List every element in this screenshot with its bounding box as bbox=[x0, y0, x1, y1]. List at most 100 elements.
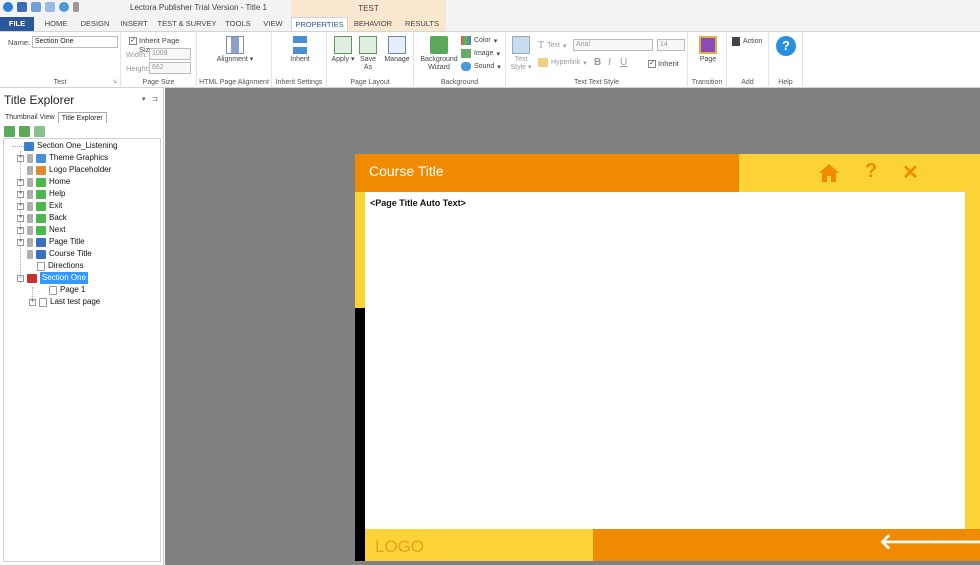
tab-test-survey[interactable]: TEST & SURVEY bbox=[154, 17, 220, 31]
tree-item-back[interactable]: + Back bbox=[17, 212, 67, 224]
save-icon[interactable] bbox=[17, 2, 27, 12]
button-icon bbox=[36, 213, 46, 223]
expand-icon[interactable]: + bbox=[29, 298, 36, 306]
action-icon bbox=[732, 37, 740, 46]
course-title[interactable]: Course Title bbox=[369, 163, 444, 179]
hyperlink-dropdown[interactable]: Hyperlink ▾ bbox=[538, 58, 587, 67]
pin-icon[interactable]: ⊐ bbox=[152, 95, 158, 103]
group-html-page-alignment: Alignment ▾ HTML Page Alignment bbox=[197, 32, 272, 88]
color-button[interactable]: Color ▾ bbox=[461, 36, 497, 45]
alignment-button[interactable]: Alignment ▾ bbox=[215, 36, 255, 64]
undo-icon[interactable] bbox=[31, 2, 41, 12]
tab-results[interactable]: RESULTS bbox=[398, 17, 446, 31]
expand-icon[interactable]: + bbox=[17, 238, 24, 246]
tree-item-next[interactable]: + Next bbox=[17, 224, 65, 236]
tree-item-exit[interactable]: + Exit bbox=[17, 200, 62, 212]
tab-title-explorer[interactable]: Title Explorer bbox=[57, 112, 107, 123]
collapse-icon[interactable]: − bbox=[17, 274, 24, 282]
page-icon bbox=[37, 261, 45, 271]
tree-item-help[interactable]: + Help bbox=[17, 188, 65, 200]
expand-icon[interactable]: + bbox=[17, 214, 24, 222]
tab-file[interactable]: FILE bbox=[0, 17, 34, 31]
inherit-page-size-checkbox[interactable]: ✓ bbox=[129, 37, 137, 45]
expand-icon[interactable]: + bbox=[17, 154, 24, 162]
tree-item-theme-graphics[interactable]: + Theme Graphics bbox=[17, 152, 108, 164]
customize-icon[interactable] bbox=[73, 2, 79, 12]
group-label-text-style: Text Text Style bbox=[573, 79, 619, 86]
group-page-layout: Apply ▾ Save As Manage Page Layout bbox=[327, 32, 414, 88]
text-icon: T bbox=[538, 40, 545, 51]
add-page-icon[interactable] bbox=[34, 126, 45, 137]
redo-icon[interactable] bbox=[45, 2, 55, 12]
add-section-icon[interactable] bbox=[19, 126, 30, 137]
back-arrow-icon[interactable]: 🡐 bbox=[879, 529, 938, 555]
panel-toolbar bbox=[4, 126, 45, 137]
tree-item-course-title[interactable]: Course Title bbox=[27, 248, 92, 260]
group-label-page-layout: Page Layout bbox=[350, 79, 390, 86]
course-page[interactable]: Course Title ? ✕ <Page Title Auto Text> … bbox=[355, 154, 980, 561]
name-field[interactable]: Section One bbox=[32, 36, 118, 48]
logo-placeholder[interactable]: LOGO bbox=[375, 537, 424, 557]
tree-item-page-title[interactable]: + Page Title bbox=[17, 236, 85, 248]
image-button[interactable]: Image ▾ bbox=[461, 49, 500, 58]
tree-item-page-1[interactable]: Page 1 bbox=[49, 284, 85, 296]
text-icon bbox=[36, 249, 46, 259]
text-style-button[interactable]: Text Style ▾ bbox=[508, 36, 534, 72]
underline-button[interactable]: U bbox=[620, 57, 627, 68]
apply-layout-button[interactable]: Apply ▾ bbox=[331, 36, 355, 64]
tab-behavior[interactable]: BEHAVIOR bbox=[348, 17, 398, 31]
tab-properties[interactable]: PROPERTIES bbox=[291, 17, 348, 31]
font-select[interactable]: Arial bbox=[573, 39, 653, 51]
tree-item-directions[interactable]: Directions bbox=[37, 260, 84, 272]
sound-button[interactable]: Sound ▾ bbox=[461, 62, 501, 71]
tree-item-last-test-page[interactable]: + Last test page bbox=[29, 296, 100, 308]
tab-design[interactable]: DESIGN bbox=[76, 17, 114, 31]
help-icon[interactable]: ? bbox=[776, 36, 796, 56]
expand-icon[interactable]: + bbox=[17, 190, 24, 198]
action-button[interactable]: Action bbox=[732, 37, 762, 46]
bold-button[interactable]: B bbox=[594, 57, 601, 68]
italic-button[interactable]: I bbox=[608, 57, 611, 68]
text-style-icon bbox=[512, 36, 530, 54]
tree-item-label: Help bbox=[49, 189, 66, 198]
inherit-button[interactable]: Inherit bbox=[280, 36, 320, 64]
next-arrow-icon[interactable]: 🡒 bbox=[932, 529, 980, 555]
text-dropdown[interactable]: T Text ▾ bbox=[538, 40, 566, 51]
page-title-auto-text[interactable]: <Page Title Auto Text> bbox=[370, 198, 466, 208]
inherit-text-checkbox[interactable]: ✓ bbox=[648, 60, 656, 68]
help-icon[interactable]: ? bbox=[865, 160, 877, 183]
expand-icon[interactable]: + bbox=[17, 226, 24, 234]
group-label-test: Test bbox=[53, 79, 67, 86]
expand-icon[interactable]: + bbox=[17, 178, 24, 186]
tab-view[interactable]: VIEW bbox=[256, 17, 290, 31]
background-wizard-button[interactable]: Background Wizard bbox=[418, 36, 460, 72]
image-label: Image bbox=[474, 50, 494, 57]
save-as-layout-button[interactable]: Save As bbox=[357, 36, 379, 72]
tab-thumbnail-view[interactable]: Thumbnail View bbox=[2, 112, 58, 123]
tree-item-home[interactable]: + Home bbox=[17, 176, 70, 188]
manage-layout-button[interactable]: Manage bbox=[383, 36, 411, 64]
tree-item-section-listening[interactable]: Section One_Listening bbox=[24, 140, 118, 152]
tree-item-logo-placeholder[interactable]: Logo Placeholder bbox=[27, 164, 111, 176]
home-icon[interactable] bbox=[818, 163, 840, 185]
tree-item-label: Page Title bbox=[49, 237, 85, 246]
add-chapter-icon[interactable] bbox=[4, 126, 15, 137]
app-icon[interactable] bbox=[3, 2, 13, 12]
height-field[interactable]: 662 bbox=[149, 62, 191, 74]
tab-home[interactable]: HOME bbox=[38, 17, 74, 31]
dialog-launcher-icon[interactable]: ↘ bbox=[112, 78, 117, 85]
section-icon bbox=[24, 141, 34, 151]
font-size-select[interactable]: 14 bbox=[657, 39, 685, 51]
button-icon bbox=[36, 225, 46, 235]
panel-menu-icon[interactable]: ▾ bbox=[142, 95, 146, 103]
page-transition-button[interactable]: Page bbox=[694, 36, 722, 64]
theme-graphics-icon bbox=[36, 153, 46, 163]
tab-insert[interactable]: INSERT bbox=[116, 17, 152, 31]
expand-icon[interactable]: + bbox=[17, 202, 24, 210]
tree-item-section-one[interactable]: − Section One bbox=[17, 272, 89, 284]
close-icon[interactable]: ✕ bbox=[902, 160, 919, 185]
width-field[interactable]: 1009 bbox=[149, 48, 191, 60]
tab-tools[interactable]: TOOLS bbox=[222, 17, 254, 31]
group-label-inherit: Inherit Settings bbox=[275, 79, 323, 86]
preview-icon[interactable] bbox=[59, 2, 69, 12]
